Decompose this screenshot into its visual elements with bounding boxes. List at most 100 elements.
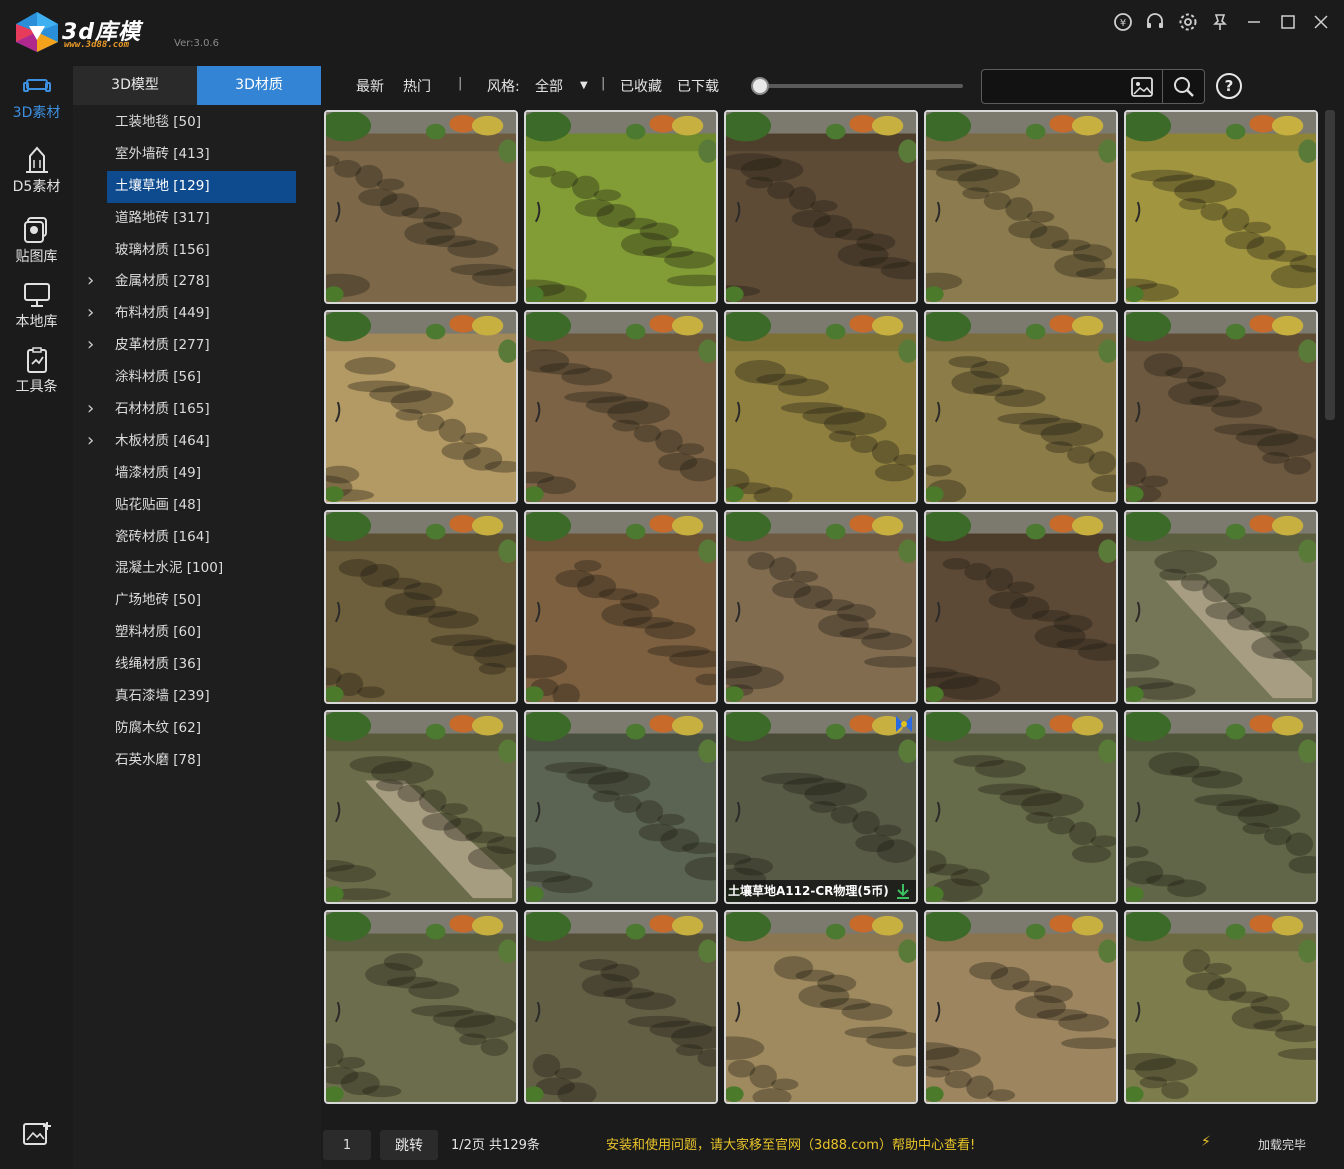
- chevron-right-icon[interactable]: ›: [87, 330, 94, 360]
- tab-3d-materials[interactable]: 3D材质: [197, 66, 321, 105]
- close-icon[interactable]: [1309, 10, 1333, 34]
- category-label: 广场地砖 [50]: [115, 592, 202, 609]
- image-search-icon[interactable]: [1130, 76, 1154, 98]
- scrollbar[interactable]: [1325, 110, 1335, 420]
- pin-icon[interactable]: [1208, 10, 1232, 34]
- category-item[interactable]: 防腐木纹 [62]: [73, 713, 321, 745]
- category-label: 贴花贴画 [48]: [115, 496, 202, 513]
- search-icon[interactable]: [1172, 75, 1196, 99]
- category-item[interactable]: 广场地砖 [50]: [73, 585, 321, 617]
- rail-item-d5-assets[interactable]: D5素材: [0, 146, 73, 206]
- material-tile[interactable]: [724, 110, 918, 304]
- tab-3d-models[interactable]: 3D模型: [73, 66, 197, 105]
- category-item[interactable]: 混凝土水泥 [100]: [73, 553, 321, 585]
- rail-label: 贴图库: [15, 249, 58, 265]
- material-tile[interactable]: [1124, 110, 1318, 304]
- category-item[interactable]: 道路地砖 [317]: [73, 203, 321, 235]
- material-tile[interactable]: [724, 310, 918, 504]
- category-item[interactable]: › 金属材质 [278]: [73, 266, 321, 298]
- sort-newest[interactable]: 最新: [356, 76, 384, 96]
- category-item[interactable]: 玻璃材质 [156]: [73, 235, 321, 267]
- category-item[interactable]: › 木板材质 [464]: [73, 426, 321, 458]
- coin-icon[interactable]: ¥: [1111, 10, 1135, 34]
- material-tile[interactable]: [924, 910, 1118, 1104]
- headset-icon[interactable]: [1143, 10, 1167, 34]
- material-tile[interactable]: [524, 310, 718, 504]
- add-image-icon[interactable]: [22, 1120, 52, 1148]
- material-tile[interactable]: [724, 910, 918, 1104]
- thumbnail-size-slider[interactable]: [758, 84, 963, 88]
- page-number-input[interactable]: [323, 1130, 371, 1160]
- material-tile[interactable]: 土壤草地A112-CR物理(5币): [724, 710, 918, 904]
- download-icon[interactable]: [894, 882, 912, 900]
- material-tile[interactable]: [924, 710, 1118, 904]
- chevron-right-icon[interactable]: ›: [87, 266, 94, 296]
- category-item[interactable]: › 皮革材质 [277]: [73, 330, 321, 362]
- material-tile[interactable]: [924, 510, 1118, 704]
- rail-item-3d-assets[interactable]: 3D素材: [0, 72, 73, 132]
- category-item[interactable]: 室外墙砖 [413]: [73, 139, 321, 171]
- rail-item-toolbar[interactable]: 工具条: [0, 346, 73, 406]
- category-item[interactable]: 石英水磨 [78]: [73, 745, 321, 777]
- material-tile[interactable]: [524, 110, 718, 304]
- load-status: 加载完毕: [1258, 1138, 1307, 1152]
- category-label: 塑料材质 [60]: [115, 624, 202, 641]
- chevron-right-icon[interactable]: ›: [87, 298, 94, 328]
- clipboard-icon: [26, 347, 47, 373]
- category-item[interactable]: › 石材材质 [165]: [73, 394, 321, 426]
- category-item[interactable]: 线绳材质 [36]: [73, 649, 321, 681]
- category-item[interactable]: 涂料材质 [56]: [73, 362, 321, 394]
- chevron-down-icon[interactable]: ▼: [580, 80, 588, 91]
- material-tile[interactable]: [1124, 310, 1318, 504]
- left-rail: 3D素材 D5素材 贴图库 本地库 工具条: [0, 66, 73, 1169]
- category-label: 线绳材质 [36]: [115, 656, 202, 673]
- material-tile[interactable]: [324, 310, 518, 504]
- material-tile[interactable]: [524, 910, 718, 1104]
- category-item[interactable]: 贴花贴画 [48]: [73, 490, 321, 522]
- material-tile[interactable]: [324, 110, 518, 304]
- rail-item-local-library[interactable]: 本地库: [0, 281, 73, 341]
- help-notice[interactable]: 安装和使用问题，请大家移至官网（3d88.com）帮助中心查看!: [606, 1134, 975, 1153]
- slider-handle[interactable]: [751, 77, 769, 95]
- category-item[interactable]: 工装地毯 [50]: [73, 107, 321, 139]
- material-tile[interactable]: [324, 710, 518, 904]
- category-label: 墙漆材质 [49]: [115, 464, 202, 481]
- sofa-icon: [22, 79, 51, 92]
- material-tile[interactable]: [924, 310, 1118, 504]
- style-select[interactable]: 全部: [535, 76, 563, 96]
- category-label: 石材材质 [165]: [115, 401, 210, 418]
- category-item[interactable]: 墙漆材质 [49]: [73, 458, 321, 490]
- material-thumbnail: [526, 312, 716, 502]
- filter-downloaded[interactable]: 已下载: [677, 76, 719, 96]
- material-thumbnail: [526, 112, 716, 302]
- category-item[interactable]: › 布料材质 [449]: [73, 298, 321, 330]
- help-icon[interactable]: ?: [1216, 73, 1242, 99]
- category-item[interactable]: 真石漆墙 [239]: [73, 681, 321, 713]
- category-label: 土壤草地 [129]: [115, 177, 210, 194]
- material-tile[interactable]: [1124, 910, 1318, 1104]
- material-tile[interactable]: [1124, 710, 1318, 904]
- material-thumbnail: [326, 312, 516, 502]
- material-tile[interactable]: [324, 910, 518, 1104]
- material-tile[interactable]: [324, 510, 518, 704]
- material-tile[interactable]: [524, 510, 718, 704]
- category-label: 木板材质 [464]: [115, 432, 210, 449]
- gear-icon[interactable]: [1176, 10, 1200, 34]
- material-tile[interactable]: [1124, 510, 1318, 704]
- category-item[interactable]: 瓷砖材质 [164]: [73, 522, 321, 554]
- minimize-icon[interactable]: [1242, 10, 1266, 34]
- jump-button[interactable]: 跳转: [380, 1130, 438, 1160]
- material-tile[interactable]: [724, 510, 918, 704]
- sort-popular[interactable]: 热门: [403, 76, 431, 96]
- rail-item-texture-library[interactable]: 贴图库: [0, 216, 73, 276]
- chevron-right-icon[interactable]: ›: [87, 394, 94, 424]
- search-input[interactable]: [986, 74, 1126, 100]
- category-item[interactable]: 塑料材质 [60]: [73, 617, 321, 649]
- category-item[interactable]: 土壤草地 [129]: [107, 170, 296, 203]
- filter-favorited[interactable]: 已收藏: [620, 76, 662, 96]
- chevron-right-icon[interactable]: ›: [87, 426, 94, 456]
- style-label: 风格:: [487, 79, 520, 95]
- material-tile[interactable]: [924, 110, 1118, 304]
- maximize-icon[interactable]: [1276, 10, 1300, 34]
- material-tile[interactable]: [524, 710, 718, 904]
